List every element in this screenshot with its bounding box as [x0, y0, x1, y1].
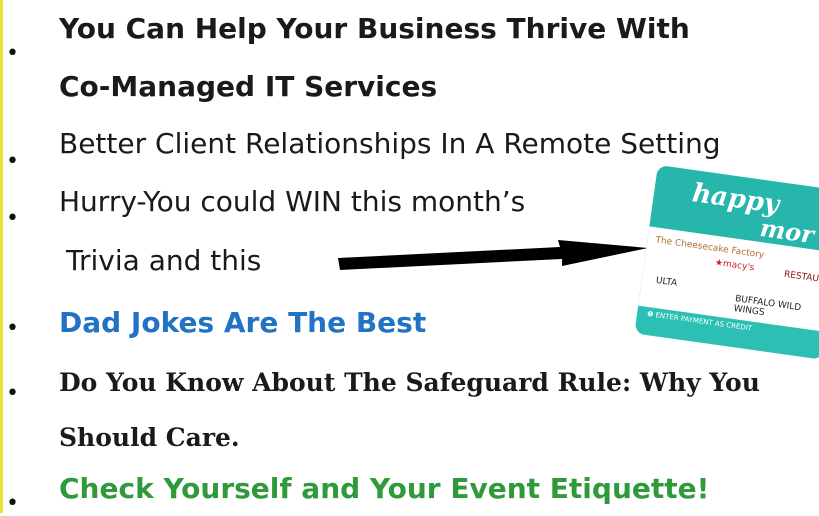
brand-buffalo-wild-wings: BUFFALO WILD WINGS: [733, 294, 802, 319]
gift-card-image: happy mor The Cheesecake Factory ★macy's…: [634, 165, 819, 360]
brand-restaurant: RESTAURANT: [783, 269, 819, 288]
brand-ulta: ULTA: [655, 275, 678, 289]
brand-macys: ★macy's: [714, 257, 756, 274]
